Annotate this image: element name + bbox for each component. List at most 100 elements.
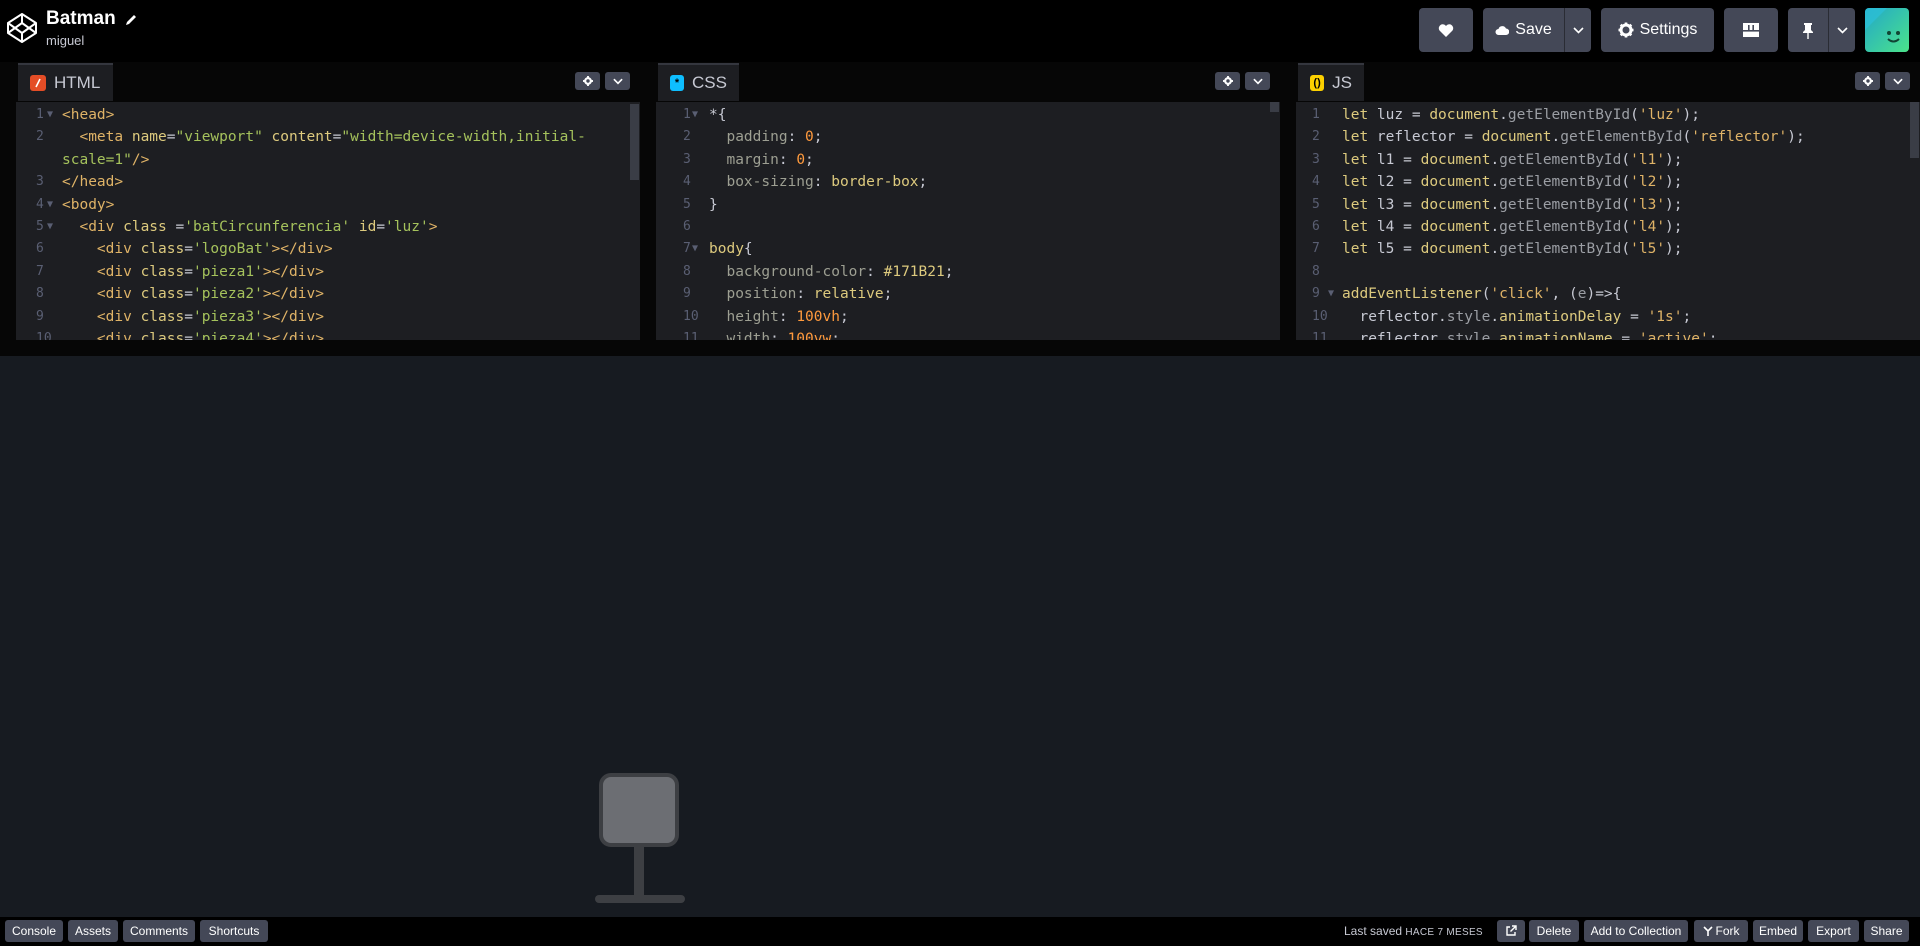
code-line[interactable]: 1 ▼ <head> xyxy=(16,104,640,126)
line-number: 10 xyxy=(36,331,52,340)
code-text: reflector.style.animationDelay = '1s'; xyxy=(1342,308,1692,325)
code-line[interactable]: 5 ▼ <div class ='batCircunferencia' id='l… xyxy=(16,216,640,238)
code-line[interactable]: 10 <div class='pieza4'></div> xyxy=(16,328,640,340)
love-button[interactable] xyxy=(1419,8,1473,52)
add-to-collection-button[interactable]: Add to Collection xyxy=(1584,920,1688,942)
pin-button[interactable] xyxy=(1788,8,1828,52)
code-line[interactable]: 7 let l5 = document.getElementById('l5'); xyxy=(1296,238,1920,260)
css-options-button[interactable] xyxy=(1245,72,1270,90)
fold-toggle-icon[interactable]: ▼ xyxy=(47,104,53,126)
code-line[interactable]: 3 </head> xyxy=(16,171,640,193)
code-line[interactable]: 2 <meta name="viewport" content="width=d… xyxy=(16,126,640,148)
code-line[interactable]: 8 <div class='pieza2'></div> xyxy=(16,283,640,305)
console-button[interactable]: Console xyxy=(5,920,63,942)
code-line[interactable]: 2 let reflector = document.getElementById… xyxy=(1296,126,1920,148)
css-scrollbar[interactable] xyxy=(1270,102,1279,112)
line-number: 7 xyxy=(36,263,44,279)
change-view-button[interactable] xyxy=(1724,8,1778,52)
code-line[interactable]: 11 reflector.style.animationName = 'acti… xyxy=(1296,328,1920,340)
code-line[interactable]: 9 <div class='pieza3'></div> xyxy=(16,306,640,328)
footer-bar: Console Assets Comments Shortcuts Last s… xyxy=(0,917,1920,946)
fold-toggle-icon[interactable]: ▼ xyxy=(1328,283,1334,305)
comments-button[interactable]: Comments xyxy=(123,920,195,942)
tab-css-label: CSS xyxy=(692,73,727,92)
export-button[interactable]: Export xyxy=(1808,920,1859,942)
code-line[interactable]: 1 ▼ *{ xyxy=(656,104,1280,126)
shortcuts-button[interactable]: Shortcuts xyxy=(200,920,268,942)
code-line[interactable]: 1 let luz = document.getElementById('luz'… xyxy=(1296,104,1920,126)
code-line[interactable]: 4 ▼ <body> xyxy=(16,194,640,216)
tab-css[interactable]: * CSS xyxy=(658,63,739,101)
pen-title-block: Batman miguel xyxy=(46,8,138,48)
code-text: addEventListener('click', (e)=>{ xyxy=(1342,286,1622,303)
gear-icon xyxy=(1222,76,1233,86)
pin-options-button[interactable] xyxy=(1829,8,1855,52)
code-line[interactable]: scale=1"/> xyxy=(16,149,640,171)
code-line[interactable]: 9 ▼ addEventListener('click', (e)=>{ xyxy=(1296,283,1920,305)
code-line[interactable]: 6 xyxy=(656,216,1280,238)
assets-button[interactable]: Assets xyxy=(68,920,118,942)
gear-icon xyxy=(582,76,593,86)
html-options-button[interactable] xyxy=(605,72,630,90)
settings-button[interactable]: Settings xyxy=(1601,8,1714,52)
code-line[interactable]: 9 position: relative; xyxy=(656,283,1280,305)
code-line[interactable]: 10 height: 100vh; xyxy=(656,306,1280,328)
js-code-area[interactable]: 1 let luz = document.getElementById('luz'… xyxy=(1296,102,1920,340)
codepen-logo-icon[interactable] xyxy=(6,12,38,44)
code-line[interactable]: 7 ▼ body{ xyxy=(656,238,1280,260)
embed-button[interactable]: Embed xyxy=(1753,920,1803,942)
code-line[interactable]: 8 background-color: #171B21; xyxy=(656,261,1280,283)
html-settings-button[interactable] xyxy=(575,72,600,90)
share-button[interactable]: Share xyxy=(1864,920,1909,942)
code-line[interactable]: 3 let l1 = document.getElementById('l1'); xyxy=(1296,149,1920,171)
user-avatar[interactable] xyxy=(1865,8,1909,52)
css-code-area[interactable]: 1 ▼ *{2 padding: 0; 3 margin: 0; 4 box-sizin… xyxy=(656,102,1280,340)
code-text: } xyxy=(709,196,718,213)
tab-js[interactable]: () JS xyxy=(1298,63,1364,101)
code-line[interactable]: 11 width: 100vw; xyxy=(656,328,1280,340)
pencil-icon[interactable] xyxy=(124,13,138,27)
pen-title[interactable]: Batman xyxy=(46,8,116,30)
line-number: 5 xyxy=(683,196,691,212)
code-line[interactable]: 3 margin: 0; xyxy=(656,149,1280,171)
code-line[interactable]: 8 xyxy=(1296,261,1920,283)
code-line[interactable]: 6 <div class='logoBat'></div> xyxy=(16,238,640,260)
js-settings-button[interactable] xyxy=(1855,72,1880,90)
code-text: margin: 0; xyxy=(709,151,814,168)
fork-icon xyxy=(1702,925,1713,936)
code-text: width: 100vw; xyxy=(709,331,840,340)
fold-toggle-icon[interactable]: ▼ xyxy=(47,194,53,216)
code-line[interactable]: 2 padding: 0; xyxy=(656,126,1280,148)
css-settings-button[interactable] xyxy=(1215,72,1240,90)
editor-preview-resizer[interactable] xyxy=(0,340,1920,356)
html-scrollbar[interactable] xyxy=(630,104,639,180)
result-preview[interactable] xyxy=(0,356,1920,917)
save-button[interactable]: Save xyxy=(1483,8,1564,52)
code-line[interactable]: 10 reflector.style.animationDelay = '1s'… xyxy=(1296,306,1920,328)
lamp-neck xyxy=(634,847,644,899)
tab-html[interactable]: HTML xyxy=(18,63,113,101)
html-code-area[interactable]: 1 ▼ <head> 2 <meta name="viewport" content=… xyxy=(16,102,640,340)
line-number: 11 xyxy=(1312,331,1328,340)
code-line[interactable]: 5 let l3 = document.getElementById('l3'); xyxy=(1296,194,1920,216)
fold-toggle-icon[interactable]: ▼ xyxy=(47,216,53,238)
code-line[interactable]: 5} xyxy=(656,194,1280,216)
open-external-button[interactable] xyxy=(1497,920,1525,942)
line-number: 6 xyxy=(683,219,691,234)
code-line[interactable]: 4 let l2 = document.getElementById('l2'); xyxy=(1296,171,1920,193)
pen-author[interactable]: miguel xyxy=(46,33,138,48)
last-saved-status: Last saved HACE 7 MESES xyxy=(1344,924,1483,938)
fold-toggle-icon[interactable]: ▼ xyxy=(692,104,698,126)
delete-button[interactable]: Delete xyxy=(1529,920,1579,942)
code-line[interactable]: 7 <div class='pieza1'></div> xyxy=(16,261,640,283)
js-scrollbar[interactable] xyxy=(1910,102,1919,158)
fork-button[interactable]: Fork xyxy=(1694,920,1748,942)
code-text: let luz = document.getElementById('luz')… xyxy=(1342,107,1700,123)
js-options-button[interactable] xyxy=(1885,72,1910,90)
code-line[interactable]: 6 let l4 = document.getElementById('l4'); xyxy=(1296,216,1920,238)
save-options-button[interactable] xyxy=(1565,8,1591,52)
code-line[interactable]: 4 box-sizing: border-box; xyxy=(656,171,1280,193)
fold-toggle-icon[interactable]: ▼ xyxy=(692,238,698,260)
css-badge-icon: * xyxy=(670,75,685,91)
save-label: Save xyxy=(1515,21,1552,38)
